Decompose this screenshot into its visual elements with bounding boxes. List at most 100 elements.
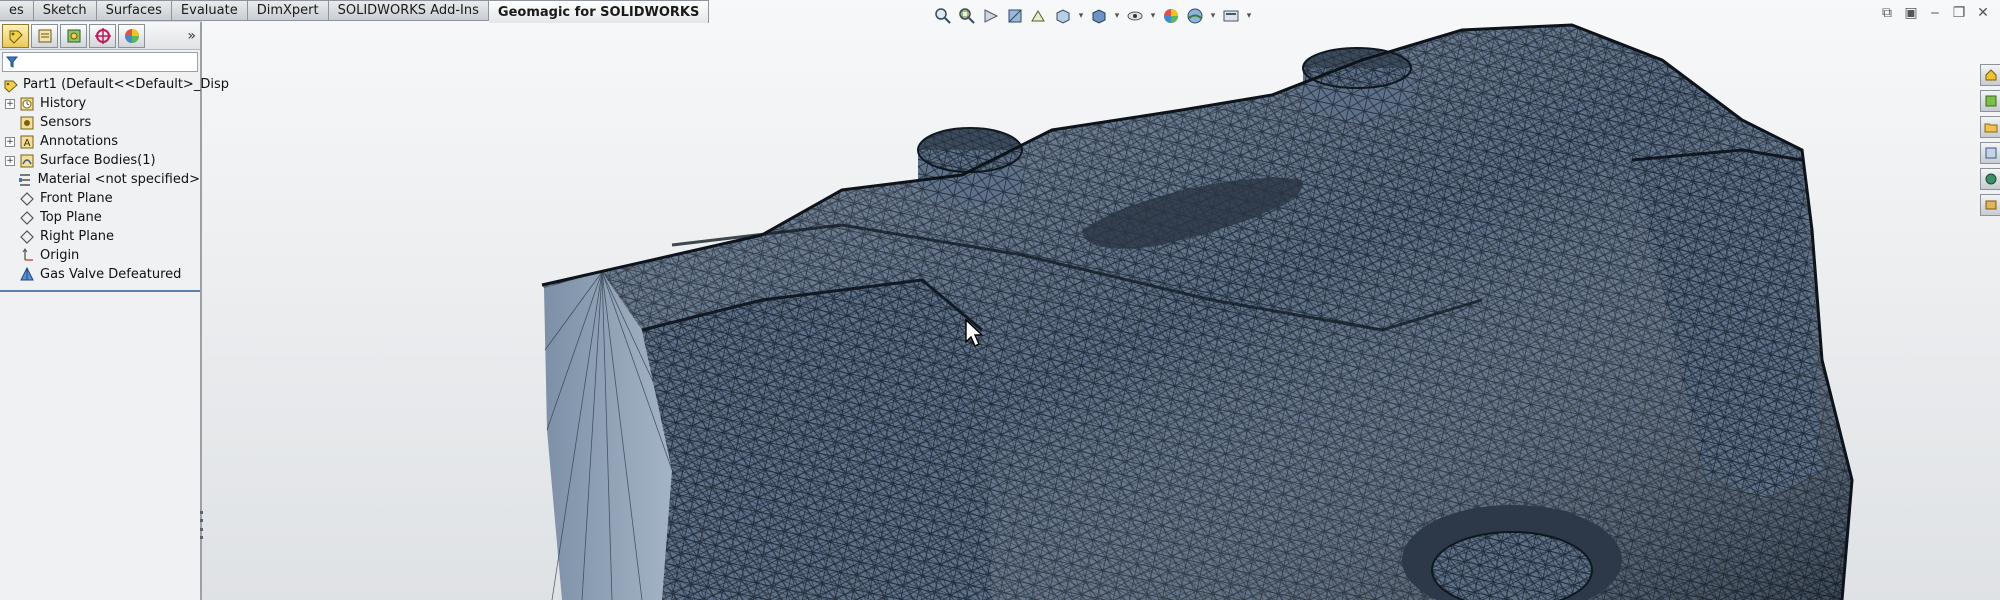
tile-window-icon[interactable]: ⧉ [1878, 5, 1896, 21]
tree-filter-input[interactable] [2, 52, 198, 72]
property-manager-icon[interactable] [31, 23, 58, 48]
dropdown-arrow-icon[interactable]: ▾ [1076, 6, 1086, 26]
previous-view-icon[interactable] [980, 6, 1002, 26]
feature-manager-icon[interactable] [2, 23, 29, 48]
tab-features[interactable]: es [0, 0, 34, 21]
view-palette-icon[interactable] [1980, 142, 2000, 164]
sensors-icon [18, 115, 36, 131]
surface-bodies-icon [18, 153, 36, 169]
feature-manager-panel: » Part1 (Default<<Default>_Disp + Histor… [0, 22, 229, 600]
dropdown-arrow-icon[interactable]: ▾ [1244, 6, 1254, 26]
tree-item-annotations[interactable]: + A Annotations [0, 132, 200, 151]
hide-show-items-icon[interactable] [1124, 6, 1146, 26]
tab-dimxpert[interactable]: DimXpert [247, 0, 329, 21]
mesh-feature-icon [18, 266, 36, 283]
graphics-viewport[interactable]: ▾ ▾ ▾ ▾ ▾ ⧉ ▣ ‒ ❐ ✕ [202, 0, 2000, 600]
plane-icon [18, 229, 36, 245]
file-explorer-icon[interactable] [1980, 116, 2000, 138]
dropdown-arrow-icon[interactable]: ▾ [1112, 6, 1122, 26]
boss-left [917, 127, 1023, 204]
dropdown-arrow-icon[interactable]: ▾ [1148, 6, 1158, 26]
dropdown-arrow-icon[interactable]: ▾ [1208, 6, 1218, 26]
solidworks-resources-icon[interactable] [1980, 64, 2000, 86]
tree-item-label: Material <not specified> [37, 172, 200, 187]
display-manager-icon[interactable] [118, 23, 145, 48]
section-view-icon[interactable] [1004, 6, 1026, 26]
tab-label: Surfaces [105, 3, 162, 18]
command-manager-tabs: es Sketch Surfaces Evaluate DimXpert SOL… [0, 0, 710, 23]
dimxpert-manager-icon[interactable] [89, 23, 116, 48]
tree-item-label: Surface Bodies(1) [40, 153, 156, 168]
expand-panel-icon[interactable]: » [187, 28, 196, 44]
material-icon [17, 172, 33, 188]
tree-item-surface-bodies[interactable]: + Surface Bodies(1) [0, 151, 200, 170]
origin-icon [18, 247, 36, 264]
view-orientation-icon[interactable] [1052, 6, 1074, 26]
zoom-to-area-icon[interactable] [956, 6, 978, 26]
apply-scene-icon[interactable] [1184, 6, 1206, 26]
part-icon [3, 77, 19, 93]
tab-label: es [9, 3, 24, 18]
tab-sketch[interactable]: Sketch [33, 0, 97, 21]
expand-toggle-icon[interactable]: + [5, 98, 15, 109]
heads-up-view-toolbar: ▾ ▾ ▾ ▾ ▾ [932, 5, 1254, 27]
annotations-icon: A [18, 134, 36, 150]
zoom-to-fit-icon[interactable] [932, 6, 954, 26]
tab-label: Sketch [42, 3, 87, 18]
design-library-icon[interactable] [1980, 90, 2000, 112]
tab-label: DimXpert [256, 3, 319, 18]
task-pane-tabs [1980, 64, 2000, 216]
custom-properties-icon[interactable] [1980, 194, 2000, 216]
configuration-manager-icon[interactable] [60, 23, 87, 48]
tree-item-history[interactable]: + History [0, 94, 200, 113]
tree-item-label: Annotations [40, 134, 119, 149]
mouse-cursor-icon [965, 318, 984, 347]
tree-item-label: Front Plane [40, 191, 113, 206]
close-icon[interactable]: ✕ [1974, 5, 1992, 21]
feature-tree: Part1 (Default<<Default>_Disp + History … [0, 74, 229, 284]
tree-item-label: Sensors [40, 115, 92, 130]
expand-toggle-icon[interactable]: + [5, 136, 15, 147]
history-icon [18, 96, 36, 112]
restore-icon[interactable]: ❐ [1950, 5, 1968, 21]
panel-splitter-grip[interactable] [198, 508, 204, 542]
view-settings-icon[interactable] [1220, 6, 1242, 26]
tree-item-label: Top Plane [40, 210, 102, 225]
tab-label: Geomagic for SOLIDWORKS [497, 4, 700, 20]
tree-item-sensors[interactable]: Sensors [0, 113, 200, 132]
minimize-icon[interactable]: ‒ [1926, 5, 1944, 21]
tab-label: Evaluate [180, 3, 238, 18]
mesh-model[interactable] [202, 0, 2000, 600]
boss-right [1302, 47, 1412, 118]
tab-geomagic[interactable]: Geomagic for SOLIDWORKS [488, 0, 710, 23]
tree-item-gas-valve-defeatured[interactable]: Gas Valve Defeatured [0, 265, 200, 284]
display-style-icon[interactable] [1088, 6, 1110, 26]
tree-item-label: Part1 (Default<<Default>_Disp [23, 77, 229, 92]
tab-label: SOLIDWORKS Add-Ins [337, 3, 479, 18]
split-view-icon[interactable]: ▣ [1902, 5, 1920, 21]
edit-appearance-icon[interactable] [1160, 6, 1182, 26]
tree-item-right-plane[interactable]: Right Plane [0, 227, 200, 246]
tab-surfaces[interactable]: Surfaces [96, 0, 172, 21]
tree-item-label: History [40, 96, 87, 111]
tree-item-label: Right Plane [40, 229, 115, 244]
filter-icon [6, 56, 18, 68]
tab-evaluate[interactable]: Evaluate [171, 0, 248, 21]
tree-item-material[interactable]: Material <not specified> [0, 170, 200, 189]
svg-text:A: A [24, 138, 31, 149]
plane-icon [18, 210, 36, 226]
document-window-controls: ⧉ ▣ ‒ ❐ ✕ [1878, 5, 1992, 21]
tree-item-label: Gas Valve Defeatured [40, 267, 182, 282]
appearances-icon[interactable] [1980, 168, 2000, 190]
tree-item-label: Origin [40, 248, 80, 263]
tree-item-origin[interactable]: Origin [0, 246, 200, 265]
tree-item-top-plane[interactable]: Top Plane [0, 208, 200, 227]
expand-toggle-icon[interactable]: + [5, 155, 15, 166]
dynamic-annotation-icon[interactable] [1028, 6, 1050, 26]
tree-item-front-plane[interactable]: Front Plane [0, 189, 200, 208]
tree-end-divider [0, 290, 200, 292]
plane-icon [18, 191, 36, 207]
feature-manager-toolbar: » [0, 22, 200, 50]
tree-root-part[interactable]: Part1 (Default<<Default>_Disp [0, 75, 229, 94]
tab-solidworks-addins[interactable]: SOLIDWORKS Add-Ins [328, 0, 489, 21]
